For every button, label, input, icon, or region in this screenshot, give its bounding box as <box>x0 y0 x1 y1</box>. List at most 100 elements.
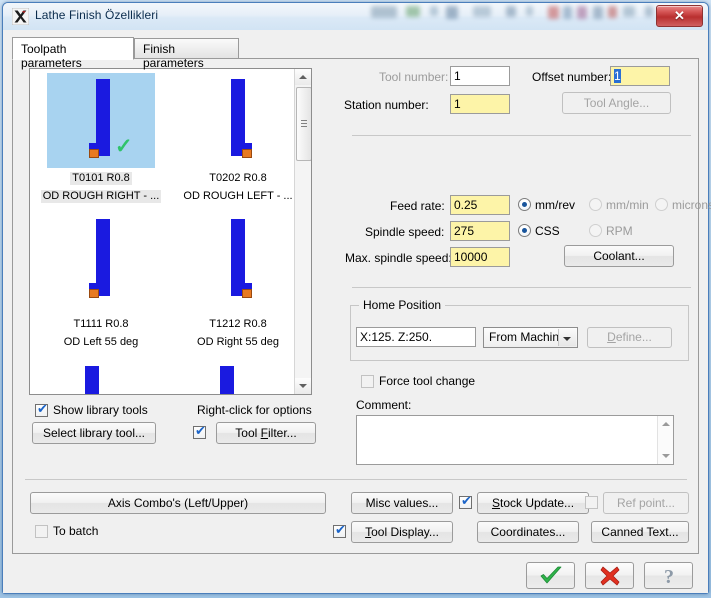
combo-value: From Machine <box>489 330 566 344</box>
tool-list-scrollbar[interactable] <box>294 69 311 394</box>
radio-mm-per-min[interactable] <box>589 198 602 211</box>
tool-display-checkbox[interactable]: ✔ <box>333 523 346 538</box>
button-label: Coordinates... <box>490 525 566 539</box>
check-icon: ✔ <box>195 424 206 439</box>
svg-text:?: ? <box>664 566 674 587</box>
tool-item[interactable]: ✓ T0101 R0.8 OD ROUGH RIGHT - ... <box>36 73 166 204</box>
tool-display-button[interactable]: Tool Display... <box>351 521 453 543</box>
close-button[interactable]: ✕ <box>656 5 703 27</box>
coordinates-button[interactable]: Coordinates... <box>477 521 579 543</box>
tool-list[interactable]: ✓ T0101 R0.8 OD ROUGH RIGHT - ... T0202 … <box>29 68 312 395</box>
radio-css-label: CSS <box>535 224 560 238</box>
to-batch-checkbox[interactable] <box>35 525 48 538</box>
tool-shank-partial <box>85 366 99 394</box>
chevron-up-icon <box>662 422 670 426</box>
show-library-tools-checkbox[interactable]: ✔ <box>35 402 48 417</box>
station-number-label: Station number: <box>344 98 429 112</box>
spindle-speed-input[interactable]: 275 <box>450 221 510 241</box>
button-label: Coolant... <box>593 249 645 263</box>
background-blur-artifact <box>473 6 491 17</box>
home-position-title: Home Position <box>359 298 446 312</box>
comment-textarea[interactable] <box>356 415 674 465</box>
force-tool-change-label: Force tool change <box>379 374 476 388</box>
tool-id-label: T0202 R0.8 <box>209 172 267 184</box>
radio-mm-per-min-label: mm/min <box>606 198 649 212</box>
tool-item[interactable]: T0202 R0.8 OD ROUGH LEFT - ... <box>173 73 303 204</box>
close-icon: ✕ <box>674 8 685 23</box>
tool-angle-button: Tool Angle... <box>562 92 671 114</box>
scrollbar-thumb[interactable] <box>296 87 311 161</box>
ref-point-checkbox[interactable] <box>585 496 598 509</box>
define-button: Define... <box>587 327 672 348</box>
dialog-window: Lathe Finish Özellikleri ✕ Toolpath para… <box>2 2 711 594</box>
coolant-button[interactable]: Coolant... <box>564 245 674 267</box>
chevron-down-icon <box>299 384 307 388</box>
radio-css[interactable] <box>518 224 531 237</box>
button-label: Misc values... <box>365 496 439 510</box>
radio-mm-per-rev-label: mm/rev <box>535 198 575 212</box>
chevron-down-icon <box>662 454 670 458</box>
station-number-input[interactable]: 1 <box>450 94 510 114</box>
right-click-hint-label: Right-click for options <box>197 403 312 417</box>
tool-insert <box>242 149 252 158</box>
combo-arrow-box <box>558 329 576 346</box>
check-icon <box>540 566 561 583</box>
divider <box>352 287 691 288</box>
home-position-input[interactable]: X:125. Z:250. <box>356 327 476 347</box>
tool-desc-label: OD Right 55 deg <box>197 336 279 348</box>
background-blur-artifact <box>506 6 516 17</box>
scroll-down-button[interactable] <box>295 378 311 394</box>
max-spindle-speed-input[interactable]: 10000 <box>450 247 510 267</box>
radio-rpm-label: RPM <box>606 224 633 238</box>
home-position-source-combo[interactable]: From Machine <box>483 327 578 348</box>
tab-toolpath-parameters[interactable]: Toolpath parameters <box>12 37 134 70</box>
tab-finish-parameters[interactable]: Finish parameters <box>134 38 239 70</box>
title-bar: Lathe Finish Özellikleri ✕ <box>3 3 708 31</box>
chevron-up-icon <box>299 75 307 79</box>
comment-scrollbar[interactable] <box>657 416 673 464</box>
background-blur-artifact <box>406 6 420 17</box>
tool-insert <box>89 289 99 298</box>
question-icon: ? <box>664 566 674 587</box>
offset-number-value: 1 <box>614 69 621 83</box>
tool-preview <box>47 219 155 314</box>
feed-rate-input[interactable]: 0.25 <box>450 195 510 215</box>
check-icon: ✔ <box>335 523 346 538</box>
axis-combo-button[interactable]: Axis Combo's (Left/Upper) <box>30 492 326 514</box>
background-blur-artifact <box>446 6 458 19</box>
show-library-tools-label: Show library tools <box>53 403 148 417</box>
ok-button[interactable] <box>526 562 575 589</box>
button-label: Tool Filter... <box>235 426 297 440</box>
app-icon <box>12 8 29 25</box>
tool-number-input[interactable]: 1 <box>450 66 510 86</box>
divider <box>25 479 687 480</box>
radio-rpm[interactable] <box>589 224 602 237</box>
stock-update-checkbox[interactable]: ✔ <box>459 494 472 509</box>
button-label: Stock Update... <box>491 496 575 510</box>
tool-id-label: T1111 R0.8 <box>73 318 129 330</box>
tool-item[interactable]: T1212 R0.8 OD Right 55 deg <box>173 219 303 350</box>
tool-filter-checkbox[interactable]: ✔ <box>193 424 206 439</box>
feed-rate-label: Feed rate: <box>390 199 445 213</box>
cancel-button[interactable] <box>585 562 634 589</box>
tool-desc-label: OD ROUGH LEFT - ... <box>183 190 293 202</box>
select-library-tool-button[interactable]: Select library tool... <box>32 422 156 444</box>
canned-text-button[interactable]: Canned Text... <box>591 521 689 543</box>
tool-filter-button[interactable]: Tool Filter... <box>216 422 316 444</box>
radio-mm-per-rev[interactable] <box>518 198 531 211</box>
stock-update-button[interactable]: Stock Update... <box>477 492 589 514</box>
tool-shank <box>96 79 110 147</box>
scroll-up-button[interactable] <box>295 69 311 85</box>
radio-microns[interactable] <box>655 198 668 211</box>
tool-id-label: T0101 R0.8 <box>70 172 132 185</box>
tool-id-label: T1212 R0.8 <box>209 318 267 330</box>
misc-values-button[interactable]: Misc values... <box>351 492 453 514</box>
selected-check-icon: ✓ <box>115 135 133 158</box>
tool-desc-label: OD ROUGH RIGHT - ... <box>40 190 162 203</box>
force-tool-change-checkbox[interactable] <box>361 375 374 388</box>
radio-microns-label: microns <box>672 198 711 212</box>
tool-item[interactable]: T1111 R0.8 OD Left 55 deg <box>36 219 166 350</box>
divider <box>352 135 691 136</box>
offset-number-input[interactable]: 1 <box>610 66 670 86</box>
help-button[interactable]: ? <box>644 562 693 589</box>
